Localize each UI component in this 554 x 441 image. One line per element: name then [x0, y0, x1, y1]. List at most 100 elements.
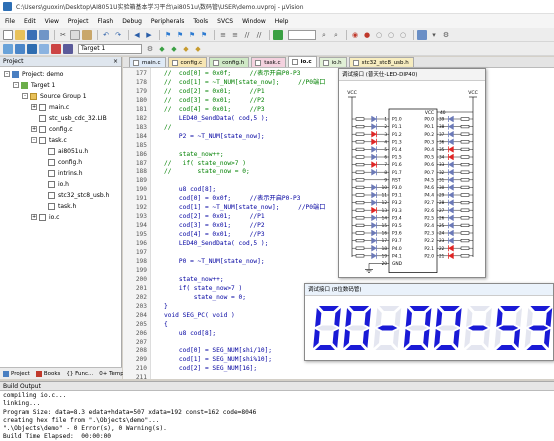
manage-components-icon[interactable]: ◆ — [157, 44, 167, 54]
led-dip40-debug-window[interactable]: 调试接口 (普天仕-LED-DIP40) VCC VCC VCC 40 1 P1.0 2 P1… — [338, 68, 486, 278]
resistor — [460, 163, 470, 167]
tree-node[interactable]: stc_usb_cdc_32.LIB — [31, 113, 107, 123]
menu-debug[interactable]: Debug — [122, 18, 142, 25]
tree-node[interactable]: task.h — [40, 201, 76, 211]
window-layout-dropdown-icon[interactable]: ▾ — [429, 30, 439, 40]
comment-icon[interactable]: // — [242, 30, 252, 40]
editor-tab[interactable]: io.h — [318, 57, 347, 67]
configure-icon[interactable]: ⚙ — [441, 30, 451, 40]
tree-node[interactable]: + config.c — [31, 124, 73, 134]
unindent-icon[interactable]: ≡ — [230, 30, 240, 40]
menu-peripherals[interactable]: Peripherals — [151, 18, 184, 25]
download-icon[interactable] — [63, 43, 73, 54]
tree-node[interactable]: intrins.h — [40, 168, 83, 178]
prev-bookmark-icon[interactable]: ⚑ — [175, 30, 185, 40]
nav-back-icon[interactable]: ◀ — [132, 30, 142, 40]
debug-start-icon[interactable]: ◉ — [350, 30, 360, 40]
collapse-icon[interactable]: - — [4, 71, 10, 77]
save-all-icon[interactable] — [39, 29, 49, 40]
tab-project[interactable]: Project — [0, 370, 33, 377]
build-output-line: ".\Objects\demo" - 0 Error(s), 0 Warning… — [3, 425, 167, 433]
tree-node[interactable]: config.h — [40, 157, 82, 167]
save-icon[interactable] — [27, 29, 37, 40]
expand-icon[interactable]: + — [31, 104, 37, 110]
bookmark-icon[interactable]: ⚑ — [163, 30, 173, 40]
editor-tab[interactable]: main.c — [129, 57, 166, 67]
tree-node[interactable]: io.h — [40, 179, 69, 189]
find-icon[interactable]: ⌕ — [319, 30, 329, 40]
breakpoint-icon[interactable]: ● — [362, 30, 372, 40]
select-software-packs-icon[interactable]: ◆ — [193, 44, 203, 54]
collapse-icon[interactable]: - — [13, 82, 19, 88]
collapse-icon[interactable]: - — [31, 137, 37, 143]
window-layout-icon[interactable] — [417, 29, 427, 40]
build-icon[interactable] — [15, 43, 25, 54]
menu-tools[interactable]: Tools — [193, 18, 208, 25]
clear-bookmarks-icon[interactable]: ⚑ — [199, 30, 209, 40]
close-icon[interactable]: × — [113, 57, 118, 67]
incremental-find-icon[interactable]: ⌕ — [331, 30, 341, 40]
menu-view[interactable]: View — [45, 18, 59, 25]
tree-node[interactable]: - Source Group 1 — [22, 91, 87, 101]
nav-forward-icon[interactable]: ▶ — [144, 30, 154, 40]
pin-name-left: P4.1 — [392, 253, 402, 259]
expand-icon[interactable]: + — [31, 126, 37, 132]
tree-node[interactable]: + main.c — [31, 102, 69, 112]
indent-icon[interactable]: ≡ — [218, 30, 228, 40]
file-extensions-icon[interactable]: ◆ — [169, 44, 179, 54]
redo-icon[interactable]: ↷ — [113, 30, 123, 40]
editor-tab[interactable]: stc32_stc8_usb.h — [348, 57, 414, 67]
find-in-files-icon[interactable] — [273, 29, 283, 40]
target-options-icon[interactable]: ⚙ — [145, 44, 155, 54]
rebuild-icon[interactable] — [27, 43, 37, 54]
editor-tab[interactable]: config.h — [209, 57, 250, 67]
cut-icon[interactable]: ✂ — [58, 30, 68, 40]
next-bookmark-icon[interactable]: ⚑ — [187, 30, 197, 40]
menu-help[interactable]: Help — [275, 18, 289, 25]
disable-all-breakpoints-icon[interactable]: ○ — [386, 30, 396, 40]
uncomment-icon[interactable]: // — [254, 30, 264, 40]
menu-flash[interactable]: Flash — [97, 18, 113, 25]
new-file-icon[interactable] — [3, 29, 13, 40]
kill-breakpoints-icon[interactable]: ○ — [398, 30, 408, 40]
tree-node[interactable]: stc32_stc8_usb.h — [40, 190, 109, 200]
tab-books[interactable]: Books — [33, 370, 64, 377]
pack-installer-icon[interactable]: ◆ — [181, 44, 191, 54]
menu-edit[interactable]: Edit — [24, 18, 36, 25]
target-select[interactable]: Target 1 — [78, 43, 142, 54]
menu-file[interactable]: File — [5, 18, 15, 25]
resistor — [460, 140, 470, 144]
tab-functions[interactable]: {} Func... — [63, 371, 96, 377]
pin-number-right: 37 — [439, 132, 445, 137]
pin-number-left: 2 — [384, 124, 387, 129]
tree-node[interactable]: ai8051u.h — [40, 146, 88, 156]
open-folder-icon[interactable] — [15, 29, 25, 40]
expand-icon[interactable]: + — [31, 214, 37, 220]
pin-number-right: 38 — [439, 124, 445, 129]
pin-name-right: P0.4 — [424, 147, 434, 153]
tree-node[interactable]: + io.c — [31, 212, 59, 222]
collapse-icon[interactable]: - — [22, 93, 28, 99]
tree-node[interactable]: - task.c — [31, 135, 67, 145]
translate-icon[interactable] — [3, 43, 13, 54]
undo-icon[interactable]: ↶ — [101, 30, 111, 40]
segment-on — [343, 329, 350, 348]
menu-project[interactable]: Project — [68, 18, 89, 25]
toolbar-separator — [413, 29, 414, 40]
pin-name-left: P3.7 — [392, 238, 402, 244]
copy-icon[interactable] — [70, 29, 80, 40]
menu-svcs[interactable]: SVCS — [217, 18, 233, 25]
tree-node[interactable]: - Target 1 — [13, 80, 55, 90]
editor-tab[interactable]: config.c — [167, 57, 208, 67]
toolbar-separator — [214, 29, 215, 40]
editor-tab[interactable]: io.c — [287, 56, 317, 67]
seven-segment-debug-window[interactable]: 调试接口 (8位数码管) — [304, 283, 554, 361]
stop-build-icon[interactable] — [51, 43, 61, 54]
batch-build-icon[interactable] — [39, 43, 49, 54]
editor-tab[interactable]: task.c — [251, 57, 286, 67]
disable-breakpoint-icon[interactable]: ○ — [374, 30, 384, 40]
tree-node[interactable]: - Project: demo — [4, 69, 63, 79]
paste-icon[interactable] — [82, 29, 92, 40]
menu-window[interactable]: Window — [242, 18, 266, 25]
find-combo[interactable] — [288, 29, 316, 40]
